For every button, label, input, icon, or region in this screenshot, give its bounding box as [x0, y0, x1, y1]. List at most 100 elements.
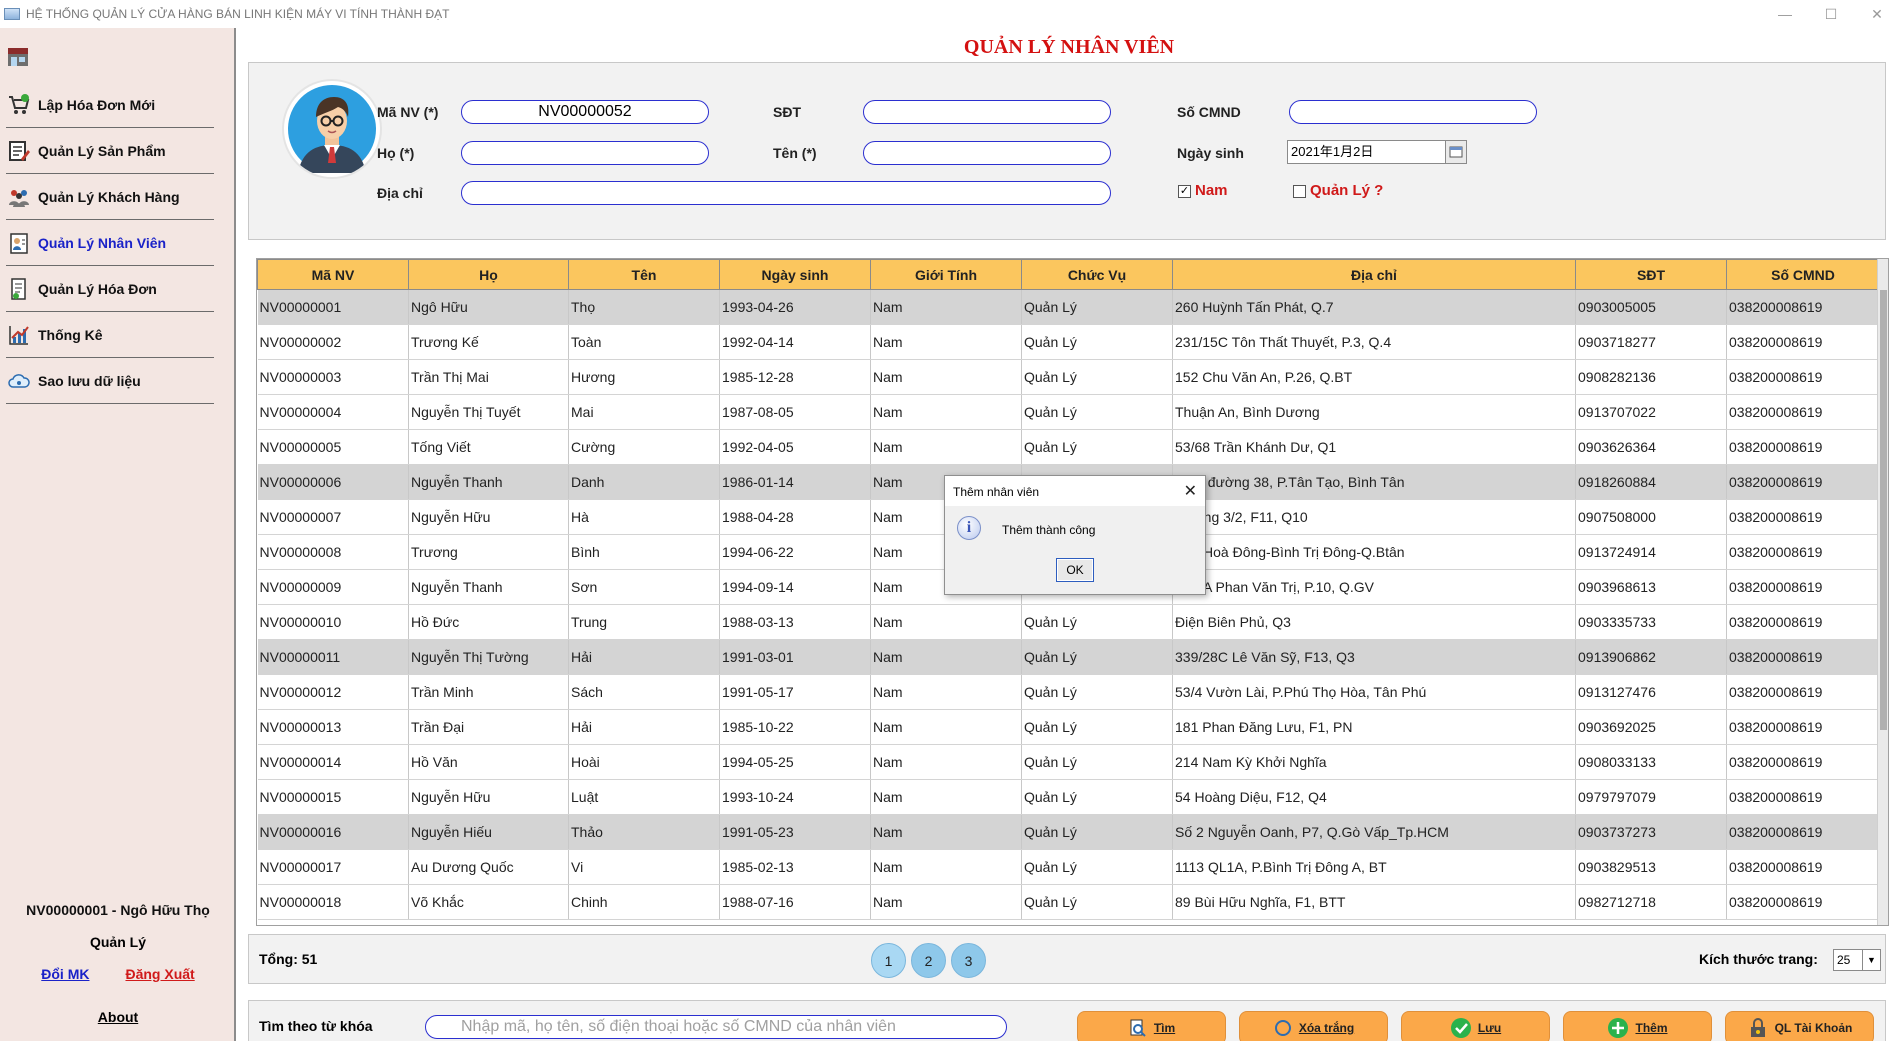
- calendar-button[interactable]: [1445, 140, 1467, 164]
- table-row[interactable]: NV00000017 Au Dương Quốc Vi 1985-02-13 Nam Qu…: [257, 849, 1880, 885]
- search-input[interactable]: Nhập mã, họ tên, số điện thoại hoặc số C…: [425, 1015, 1007, 1039]
- table-cell: 1991-05-23: [719, 814, 871, 850]
- table-row[interactable]: NV00000005 Tống Viết Cường 1992-04-05 Nam Quả…: [257, 429, 1880, 465]
- dialog-ok-button[interactable]: OK: [1056, 558, 1094, 582]
- table-cell: 1994-05-25: [719, 744, 871, 780]
- table-row[interactable]: NV00000001 Ngô Hữu Thọ 1993-04-26 Nam Quản Lý…: [257, 289, 1880, 325]
- find-button[interactable]: Tìm: [1077, 1011, 1226, 1041]
- table-cell: Quản Lý: [1021, 674, 1173, 710]
- table-cell: Hồ Đức: [408, 604, 569, 640]
- table-cell: 0982712718: [1575, 884, 1727, 920]
- male-checkbox[interactable]: ✓: [1178, 185, 1191, 198]
- cloud-backup-icon: [6, 368, 32, 394]
- table-cell: 038200008619: [1726, 604, 1880, 640]
- current-user-role: Quản Lý: [89, 934, 146, 950]
- save-button[interactable]: Lưu: [1401, 1011, 1550, 1041]
- table-cell: 1991-03-01: [719, 639, 871, 675]
- table-row[interactable]: NV00000003 Trần Thị Mai Hương 1985-12-28 Nam…: [257, 359, 1880, 395]
- table-cell: 152 Chu Văn An, P.26, Q.BT: [1172, 359, 1576, 395]
- column-header-id-card[interactable]: Số CMND: [1726, 259, 1880, 290]
- table-cell: 0913127476: [1575, 674, 1727, 710]
- total-count: Tổng: 51: [259, 951, 318, 967]
- table-cell: NV00000018: [257, 884, 409, 920]
- table-cell: 1985-02-13: [719, 849, 871, 885]
- birthdate-field[interactable]: 2021年1月2日: [1287, 140, 1464, 164]
- add-button[interactable]: Thêm: [1563, 1011, 1712, 1041]
- sidebar-item-create-invoice[interactable]: Lập Hóa Đơn Mới: [0, 82, 236, 128]
- male-checkbox-label: Nam: [1195, 182, 1228, 199]
- table-cell: 038200008619: [1726, 779, 1880, 815]
- clear-button[interactable]: Xóa trắng: [1239, 1011, 1388, 1041]
- close-window-button[interactable]: ✕: [1854, 0, 1900, 28]
- column-header-birthdate[interactable]: Ngày sinh: [719, 259, 871, 290]
- table-scrollbar[interactable]: [1877, 259, 1888, 925]
- table-cell: Quản Lý: [1021, 604, 1173, 640]
- page-button-2[interactable]: 2: [911, 943, 946, 978]
- about-link[interactable]: About: [0, 1009, 236, 1025]
- column-header-last-name[interactable]: Họ: [408, 259, 569, 290]
- page-button-1[interactable]: 1: [871, 943, 906, 978]
- column-header-phone[interactable]: SĐT: [1575, 259, 1727, 290]
- table-cell: 0913707022: [1575, 394, 1727, 430]
- column-header-employee-id[interactable]: Mã NV: [257, 259, 409, 290]
- phone-field[interactable]: [863, 100, 1111, 124]
- table-cell: 0913906862: [1575, 639, 1727, 675]
- sidebar: Lập Hóa Đơn Mới Quản Lý Sản Phẩm Quản Lý…: [0, 28, 236, 1041]
- table-row[interactable]: NV00000010 Hồ Đức Trung 1988-03-13 Nam Quản L…: [257, 604, 1880, 640]
- sidebar-item-statistics[interactable]: Thống Kê: [0, 312, 236, 358]
- id-card-field[interactable]: [1289, 100, 1537, 124]
- window-title-bar: HỆ THỐNG QUẢN LÝ CỬA HÀNG BÁN LINH KIỆN …: [0, 0, 1900, 28]
- table-row[interactable]: NV00000015 Nguyễn Hữu Luật 1993-10-24 Nam Quả…: [257, 779, 1880, 815]
- column-header-address[interactable]: Địa chỉ: [1172, 259, 1576, 290]
- account-management-button[interactable]: QL Tài Khoản: [1725, 1011, 1874, 1041]
- sidebar-item-label: Quản Lý Hóa Đơn: [38, 281, 157, 297]
- table-cell: 1993-10-24: [719, 779, 871, 815]
- table-cell: Số 6 đường 38, P.Tân Tạo, Bình Tân: [1172, 464, 1576, 500]
- table-row[interactable]: NV00000004 Nguyễn Thị Tuyết Mai 1987-08-05 N…: [257, 394, 1880, 430]
- last-name-label: Họ (*): [377, 145, 415, 161]
- table-row[interactable]: NV00000011 Nguyễn Thị Tường Hải 1991-03-01 N…: [257, 639, 1880, 675]
- table-row[interactable]: NV00000014 Hồ Văn Hoài 1994-05-25 Nam Quản Lý…: [257, 744, 1880, 780]
- table-cell: Quản Lý: [1021, 709, 1173, 745]
- column-header-first-name[interactable]: Tên: [568, 259, 720, 290]
- manager-checkbox[interactable]: [1293, 185, 1306, 198]
- change-password-link[interactable]: Đổi MK: [41, 966, 89, 982]
- table-cell: 038200008619: [1726, 709, 1880, 745]
- app-icon: [4, 8, 20, 20]
- page-size-select[interactable]: 25 ▼: [1833, 949, 1881, 971]
- table-cell: NV00000012: [257, 674, 409, 710]
- sidebar-item-customers[interactable]: Quản Lý Khách Hàng: [0, 174, 236, 220]
- address-field[interactable]: [461, 181, 1111, 205]
- table-row[interactable]: NV00000002 Trương Kế Toàn 1992-04-14 Nam Quản…: [257, 324, 1880, 360]
- table-cell: 54 Hoàng Diệu, F12, Q4: [1172, 779, 1576, 815]
- minimize-button[interactable]: —: [1762, 0, 1808, 28]
- table-row[interactable]: NV00000016 Nguyễn Hiếu Thảo 1991-05-23 Nam Qu…: [257, 814, 1880, 850]
- last-name-field[interactable]: [461, 141, 709, 165]
- table-cell: Trung: [568, 604, 720, 640]
- page-button-3[interactable]: 3: [951, 943, 986, 978]
- table-cell: NV00000015: [257, 779, 409, 815]
- maximize-button[interactable]: ☐: [1808, 0, 1854, 28]
- sidebar-item-backup[interactable]: Sao lưu dữ liệu: [0, 358, 236, 404]
- dialog-close-button[interactable]: ✕: [1184, 481, 1197, 501]
- table-row[interactable]: NV00000018 Võ Khắc Chinh 1988-07-16 Nam Quản …: [257, 884, 1880, 920]
- table-cell: Nguyễn Thị Tường: [408, 639, 569, 675]
- address-label: Địa chỉ: [377, 185, 423, 201]
- table-cell: Nguyễn Hiếu: [408, 814, 569, 850]
- scrollbar-thumb[interactable]: [1880, 290, 1887, 730]
- table-row[interactable]: NV00000012 Trần Minh Sách 1991-05-17 Nam Quản…: [257, 674, 1880, 710]
- column-header-position[interactable]: Chức Vụ: [1021, 259, 1173, 290]
- employee-id-field[interactable]: NV00000052: [461, 100, 709, 124]
- sidebar-item-employees[interactable]: Quản Lý Nhân Viên: [0, 220, 236, 266]
- add-button-label: Thêm: [1635, 1021, 1668, 1035]
- first-name-field[interactable]: [863, 141, 1111, 165]
- logout-link[interactable]: Đăng Xuất: [125, 966, 194, 982]
- sidebar-item-products[interactable]: Quản Lý Sản Phẩm: [0, 128, 236, 174]
- table-cell: 1994-06-22: [719, 534, 871, 570]
- table-cell: Bình: [568, 534, 720, 570]
- table-row[interactable]: NV00000013 Trần Đại Hải 1985-10-22 Nam Quản L…: [257, 709, 1880, 745]
- column-header-gender[interactable]: Giới Tính: [870, 259, 1022, 290]
- table-cell: 0903335733: [1575, 604, 1727, 640]
- sidebar-item-invoices[interactable]: Quản Lý Hóa Đơn: [0, 266, 236, 312]
- sidebar-item-label: Quản Lý Nhân Viên: [38, 235, 167, 251]
